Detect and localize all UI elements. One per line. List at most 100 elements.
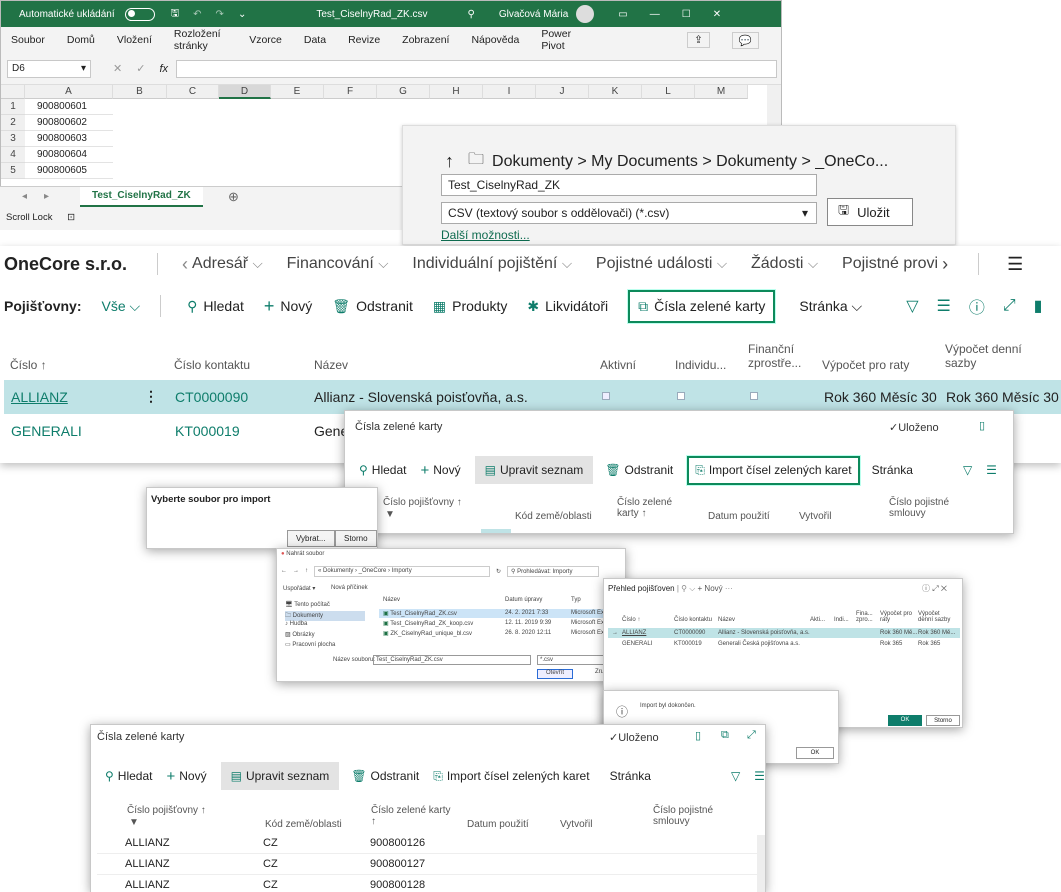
overview-cancel-button[interactable]: Storno	[926, 715, 960, 726]
address-bar[interactable]: « Dokumenty › _OneCore › Importy	[314, 565, 490, 577]
tree-item[interactable]: 🖥 Tento počítač	[285, 601, 330, 608]
menu-vzorce[interactable]: Vzorce	[249, 34, 282, 46]
col-date[interactable]: Datum použití	[467, 819, 529, 830]
green-cards-action[interactable]: ⧉ Čísla zelené karty	[628, 289, 776, 323]
cell-value[interactable]: 900800602	[25, 115, 113, 131]
row-country[interactable]: CZ	[263, 837, 278, 849]
col-aktivni[interactable]: Aktivní	[600, 358, 636, 372]
more-options-link[interactable]: Další možnosti...	[441, 228, 530, 242]
filter-icon[interactable]: ▼	[129, 817, 139, 828]
open-button[interactable]: Otevřít	[537, 669, 573, 679]
filter-icon[interactable]: ▽	[731, 769, 740, 783]
search-icon[interactable]: ⚲	[467, 9, 474, 20]
row-daily[interactable]: Rok 360 Měsíc 30	[946, 389, 1059, 405]
nav-left-icon[interactable]: ‹	[182, 254, 188, 275]
import-action[interactable]: ⎘ Import čísel zelených karet	[433, 769, 589, 784]
overview-ok-button[interactable]: OK	[888, 715, 922, 726]
undo-icon[interactable]: ↶	[193, 9, 201, 20]
products-action[interactable]: ▦ Produkty	[433, 298, 507, 315]
col-header[interactable]: C	[167, 85, 219, 99]
col-card[interactable]: Číslo zelené karty ↑	[371, 805, 451, 827]
row-header[interactable]: 3	[1, 131, 25, 147]
row-insurer[interactable]: ALLIANZ	[125, 837, 170, 849]
col-header[interactable]: F	[324, 85, 377, 99]
maximize-icon[interactable]: ☐	[682, 9, 691, 20]
select-all[interactable]	[1, 85, 25, 99]
save-icon[interactable]: 🖫	[171, 6, 180, 23]
col-insurer[interactable]: Číslo pojišťovny ↑	[383, 497, 462, 508]
row-contact[interactable]: KT000019	[175, 423, 240, 439]
row-code[interactable]: ALLIANZ	[11, 389, 68, 405]
row-rate[interactable]: Rok 360 Měsíc 30	[824, 389, 937, 405]
page-action[interactable]: Stránka	[610, 769, 651, 783]
col-policy[interactable]: Číslo pojistné smlouvy	[653, 805, 723, 827]
filename-input[interactable]: Test_CiselnyRad_ZK.csv	[373, 655, 531, 665]
col-fin[interactable]: Fina... zpro...	[856, 611, 876, 623]
col-cislo[interactable]: Číslo ↑	[10, 358, 47, 372]
save-button[interactable]: 🖫 Uložit	[827, 198, 913, 226]
search-action[interactable]: ⚲ Hledat	[187, 298, 244, 315]
company-name[interactable]: OneCore s.r.o.	[4, 254, 127, 275]
list-icon[interactable]: ☰	[937, 296, 951, 316]
col-header[interactable]: A	[25, 85, 113, 99]
search-action[interactable]: ⚲ Hledat	[105, 769, 152, 783]
col-header[interactable]: I	[483, 85, 536, 99]
row-daily[interactable]: Rok 365	[918, 641, 940, 647]
enter-icon[interactable]: ✓	[136, 62, 145, 75]
row-rate[interactable]: Rok 360 Mě...	[880, 630, 917, 636]
save-filetype-select[interactable]: CSV (textový soubor s oddělovači) (*.csv…	[441, 202, 817, 224]
nav-pojistne-provize[interactable]: Pojistné provi	[842, 255, 938, 273]
organize-button[interactable]: Uspořádat ▾	[283, 585, 315, 592]
row-header[interactable]: 4	[1, 147, 25, 163]
nav-zadosti[interactable]: Žádosti ⌵	[751, 255, 818, 273]
col-card[interactable]: Číslo zelené karty ↑	[617, 497, 673, 519]
filter-icon[interactable]: ▼	[385, 509, 395, 520]
delete-action[interactable]: 🗑 Odstranit	[605, 463, 673, 477]
row-card[interactable]: 900800127	[370, 858, 425, 870]
refresh-icon[interactable]: ↻	[496, 568, 501, 575]
name-box[interactable]: D6 ▾	[7, 59, 91, 78]
minimize-icon[interactable]: —	[650, 9, 660, 20]
col-raty[interactable]: Výpočet pro raty	[822, 358, 909, 372]
redo-icon[interactable]: ↷	[216, 9, 224, 20]
new-action[interactable]: + Nový	[264, 296, 312, 317]
col-header[interactable]: E	[271, 85, 324, 99]
row-contact[interactable]: CT0000090	[175, 389, 248, 405]
col-indiv[interactable]: Indi...	[834, 617, 849, 623]
row-insurer[interactable]: ALLIANZ	[125, 879, 170, 891]
forward-icon[interactable]: →	[293, 568, 299, 574]
bookmark-icon[interactable]: ▮	[1034, 296, 1043, 316]
col-insurer[interactable]: Číslo pojišťovny ↑	[127, 805, 206, 816]
col-individu[interactable]: Individu...	[675, 358, 726, 372]
col-rate[interactable]: Výpočet pro raty	[880, 611, 916, 623]
row-header[interactable]: 5	[1, 163, 25, 179]
file-search-input[interactable]: ⚲ Prohledávat: Importy	[507, 565, 600, 577]
filter-icon[interactable]: ▽	[906, 296, 918, 316]
row-menu-icon[interactable]: ⋮	[144, 388, 158, 405]
row-rate[interactable]: Rok 365	[880, 641, 902, 647]
nav-adresar[interactable]: Adresář ⌵	[192, 255, 263, 273]
col-header[interactable]: D	[219, 85, 271, 99]
row-header[interactable]: 2	[1, 115, 25, 131]
list-icon[interactable]: ☰	[986, 463, 997, 477]
col-name[interactable]: Název	[383, 597, 400, 603]
menu-soubor[interactable]: Soubor	[11, 34, 45, 46]
row-code[interactable]: GENERALI	[622, 641, 652, 647]
tree-item-selected[interactable]: 🗀 Dokumenty	[285, 611, 365, 621]
row-insurer[interactable]: ALLIANZ	[125, 858, 170, 870]
row-contact[interactable]: KT000019	[674, 641, 702, 647]
accessibility-icon[interactable]: ⊡	[67, 212, 75, 223]
row-selector[interactable]	[481, 529, 511, 533]
row-country[interactable]: CZ	[263, 858, 278, 870]
bookmark-icon[interactable]: ▯	[695, 729, 701, 742]
col-nazev[interactable]: Název	[314, 358, 348, 372]
col-country[interactable]: Kód země/oblasti	[515, 511, 592, 522]
cell-value[interactable]: 900800601	[25, 99, 113, 115]
row-code[interactable]: GENERALI	[11, 423, 82, 439]
col-country[interactable]: Kód země/oblasti	[265, 819, 342, 830]
new-action[interactable]: + Nový	[166, 768, 206, 785]
menu-vlozeni[interactable]: Vložení	[117, 34, 152, 46]
row-individual-checkbox[interactable]	[677, 392, 685, 400]
table-row[interactable]	[97, 854, 757, 875]
cell-value[interactable]: 900800605	[25, 163, 113, 179]
